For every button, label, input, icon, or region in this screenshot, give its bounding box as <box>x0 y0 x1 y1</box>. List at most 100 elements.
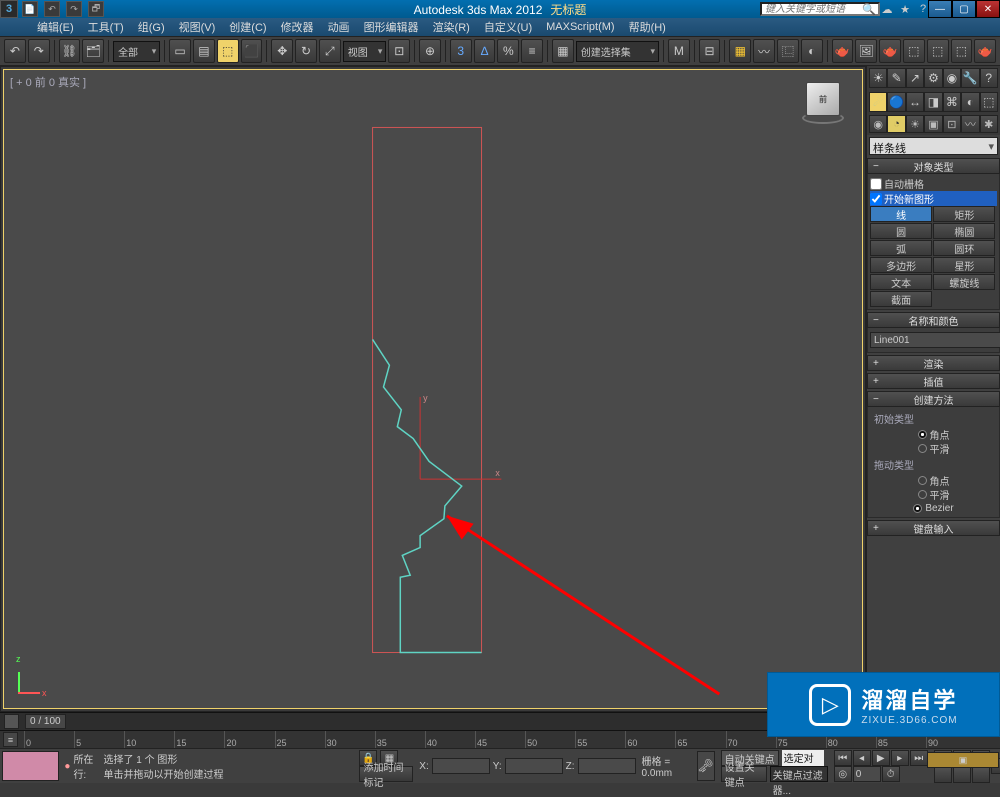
shape-donut-button[interactable]: 圆环 <box>933 240 995 256</box>
menu-maxscript[interactable]: MAXScript(M) <box>541 21 619 33</box>
keymode-icon[interactable]: ◎ <box>834 766 852 782</box>
rollout-createmethod[interactable]: −创建方法 <box>867 391 1000 407</box>
display-tab[interactable]: ⌘ <box>943 92 961 112</box>
undo-icon[interactable]: ↶ <box>4 39 26 63</box>
more1-icon[interactable]: ⬚ <box>903 39 925 63</box>
maxscript-mini-listener[interactable] <box>2 751 59 781</box>
maximize-button[interactable]: ▢ <box>952 0 976 18</box>
more2-icon[interactable]: ⬚ <box>927 39 949 63</box>
drag-bezier-radio[interactable]: Bezier <box>870 501 997 515</box>
menu-tools[interactable]: 工具(T) <box>83 19 129 35</box>
named-sel-dropdown[interactable]: 创建选择集 <box>576 41 659 62</box>
rendered-frame-icon[interactable]: 🖼 <box>855 39 877 63</box>
material-editor-icon[interactable]: ◐ <box>801 39 823 63</box>
x-field[interactable] <box>432 758 490 774</box>
rotate-icon[interactable]: ↻ <box>295 39 317 63</box>
snap-icon[interactable]: 3 <box>450 39 472 63</box>
goto-start-icon[interactable]: ⏮ <box>834 750 852 766</box>
infocenter-icon[interactable]: 🔍 <box>862 2 876 16</box>
close-button[interactable]: ✕ <box>976 0 1000 18</box>
schematic-icon[interactable]: ⿺ <box>777 39 799 63</box>
anglesnap-icon[interactable]: ∆ <box>474 39 496 63</box>
utilities-tab[interactable]: ◐ <box>961 92 979 112</box>
pivot-icon[interactable]: ⊡ <box>388 39 410 63</box>
open-icon[interactable]: ↶ <box>44 1 60 17</box>
drag-smooth-radio[interactable]: 平滑 <box>870 487 997 501</box>
time-config-icon[interactable]: ⏱ <box>882 766 900 782</box>
add-time-tag-button[interactable]: 添加时间标记 <box>359 766 413 782</box>
align-icon[interactable]: ⊟ <box>699 39 721 63</box>
move-icon[interactable]: ✥ <box>271 39 293 63</box>
shape-line-button[interactable]: 线 <box>870 206 932 222</box>
rollout-interp[interactable]: +插值 <box>867 373 1000 389</box>
cat-cameras[interactable]: ▣ <box>924 115 942 133</box>
menu-customize[interactable]: 自定义(U) <box>479 19 537 35</box>
menu-rendering[interactable]: 渲染(R) <box>428 19 475 35</box>
rollout-keyboard[interactable]: +键盘输入 <box>867 520 1000 536</box>
redo-icon[interactable]: ↷ <box>28 39 50 63</box>
unlink-icon[interactable]: 🗂 <box>82 39 104 63</box>
curve-editor-icon[interactable]: 〰 <box>753 39 775 63</box>
prev-frame-icon[interactable]: ◂ <box>853 750 871 766</box>
shape-ngon-button[interactable]: 多边形 <box>870 257 932 273</box>
modify-tab[interactable]: 🔵 <box>887 92 905 112</box>
cat-helpers[interactable]: ⊡ <box>943 115 961 133</box>
keytarget-dropdown[interactable]: 选定对象 <box>782 750 824 766</box>
next-frame-icon[interactable]: ▸ <box>891 750 909 766</box>
link-icon[interactable]: ⛓ <box>59 39 81 63</box>
redo-icon[interactable]: ↷ <box>66 1 82 17</box>
tool-icon[interactable]: ↗ <box>906 68 924 88</box>
motion-tab[interactable]: ◨ <box>924 92 942 112</box>
key-mode-icon[interactable]: 🗝 <box>697 751 715 781</box>
app-menu-icon[interactable]: 3 <box>0 0 18 18</box>
editnamed-icon[interactable]: ▦ <box>552 39 574 63</box>
shape-ellipse-button[interactable]: 椭圆 <box>933 223 995 239</box>
viewport-label[interactable]: [ + 0 前 0 真实 ] <box>10 74 86 90</box>
rollout-objecttype[interactable]: −对象类型 <box>867 158 1000 174</box>
startnewshape-checkbox[interactable]: 开始新图形 <box>870 191 997 206</box>
percentsnap-icon[interactable]: % <box>497 39 519 63</box>
favorites-icon[interactable]: ★ <box>898 2 912 16</box>
scale-icon[interactable]: ⤢ <box>319 39 341 63</box>
extra-tab[interactable]: ⬚ <box>980 92 998 112</box>
quickrender-icon[interactable]: 🫖 <box>974 39 996 63</box>
menu-views[interactable]: 视图(V) <box>174 19 221 35</box>
time-prev-icon[interactable] <box>4 714 19 729</box>
cat-shapes[interactable]: ◔ <box>887 115 905 133</box>
menu-animation[interactable]: 动画 <box>323 19 355 35</box>
goto-end-icon[interactable]: ⏭ <box>910 750 928 766</box>
create-tab[interactable]: ☄ <box>869 92 887 112</box>
viewcube[interactable]: 前 <box>802 82 844 124</box>
tool-icon[interactable]: ◉ <box>943 68 961 88</box>
z-field[interactable] <box>578 758 636 774</box>
cat-space[interactable]: 〰 <box>961 115 979 133</box>
cat-lights[interactable]: ☀ <box>906 115 924 133</box>
refcoord-dropdown[interactable]: 视图 <box>343 41 387 62</box>
select-region-icon[interactable]: ⬚ <box>217 39 239 63</box>
shape-circle-button[interactable]: 圆 <box>870 223 932 239</box>
save-icon[interactable]: 🗗 <box>88 1 104 17</box>
render-icon[interactable]: 🫖 <box>879 39 901 63</box>
keyfilter-button[interactable]: 关键点过滤器... <box>770 766 828 782</box>
tool-icon[interactable]: ? <box>980 68 998 88</box>
minicurve-icon[interactable]: ≡ <box>3 732 18 747</box>
menu-edit[interactable]: 编辑(E) <box>32 19 79 35</box>
viewport[interactable]: [ + 0 前 0 真实 ] 前 y x <box>3 69 863 709</box>
object-name-input[interactable] <box>870 332 1000 348</box>
maximize-viewport-icon[interactable]: ▣ <box>927 752 999 768</box>
shape-star-button[interactable]: 星形 <box>933 257 995 273</box>
y-field[interactable] <box>505 758 563 774</box>
rollout-render[interactable]: +渲染 <box>867 355 1000 371</box>
shape-section-button[interactable]: 截面 <box>870 291 932 307</box>
more3-icon[interactable]: ⬚ <box>951 39 973 63</box>
layers-icon[interactable]: ▦ <box>729 39 751 63</box>
spinnersnap-icon[interactable]: ≡ <box>521 39 543 63</box>
cat-geom[interactable]: ◉ <box>869 115 887 133</box>
menu-help[interactable]: 帮助(H) <box>624 19 671 35</box>
current-frame-field[interactable]: 0 <box>853 766 881 782</box>
cat-systems[interactable]: ✱ <box>980 115 998 133</box>
autogrid-checkbox[interactable]: 自动栅格 <box>870 176 997 191</box>
select-name-icon[interactable]: ▤ <box>193 39 215 63</box>
setkey-button[interactable]: 设置关键点 <box>721 766 767 782</box>
new-icon[interactable]: 📄 <box>22 1 38 17</box>
